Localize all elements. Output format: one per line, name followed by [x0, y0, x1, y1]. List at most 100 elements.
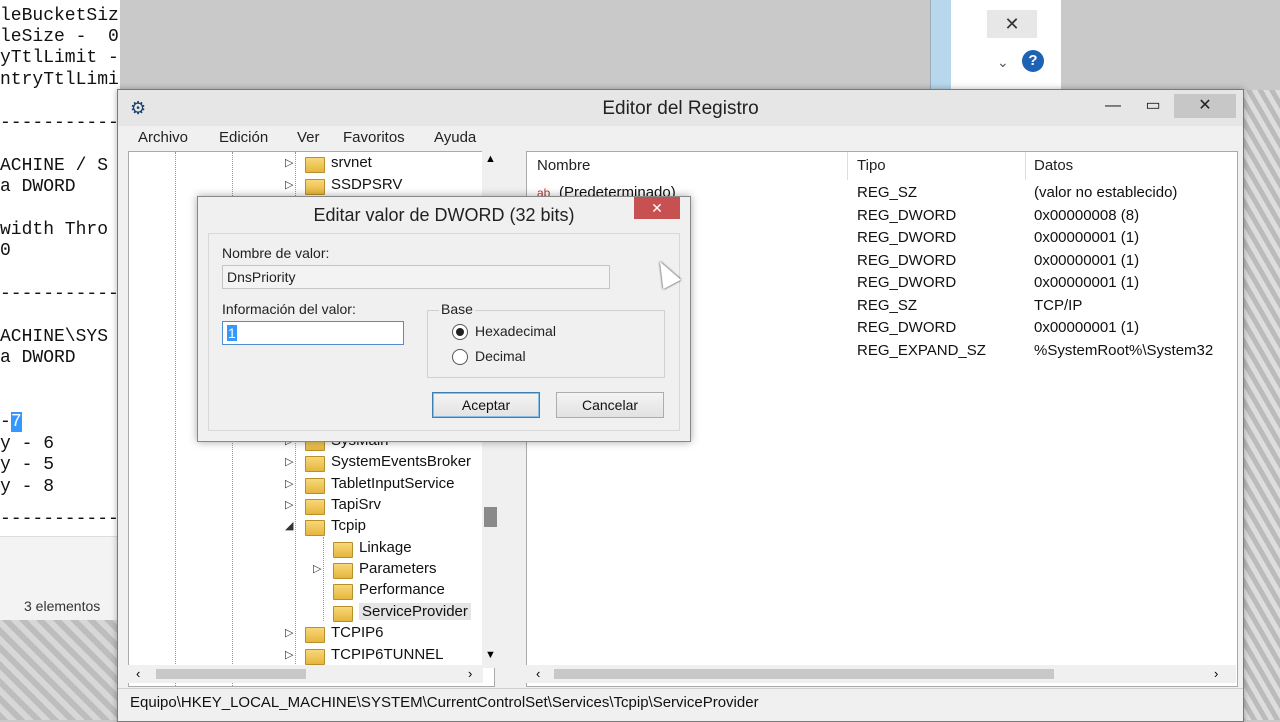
notepad-background: leBucketSize - 1 leSize - 00000180 yTtlL… — [0, 0, 120, 536]
column-header-name[interactable]: Nombre — [537, 157, 590, 174]
scroll-thumb[interactable] — [156, 669, 306, 679]
notepad-line-prefix: - — [0, 412, 11, 432]
value-data-label: Información del valor: — [222, 301, 356, 317]
column-separator[interactable] — [847, 152, 848, 180]
folder-icon — [305, 499, 325, 515]
folder-icon — [333, 606, 353, 622]
notepad-line: leBucketSize - 1 — [0, 6, 120, 26]
notepad-line: ----------- — [0, 509, 119, 529]
notepad-selection[interactable]: 7 — [10, 412, 22, 432]
notepad-line: ACHINE\SYS — [0, 327, 109, 347]
status-bar: Equipo\HKEY_LOCAL_MACHINE\SYSTEM\Current… — [118, 688, 1243, 717]
notepad-line: yTtlLimit - 0000fa00 — [0, 48, 119, 68]
expand-arrow-icon[interactable]: ▷ — [285, 178, 297, 191]
notepad-line: leSize - 00000180 — [0, 27, 120, 47]
dialog-close-button[interactable]: ✕ — [634, 197, 680, 219]
menu-bar: Archivo Edición Ver Favoritos Ayuda — [118, 126, 1243, 150]
scroll-left-icon[interactable]: ‹ — [136, 666, 140, 681]
notepad-line: width Thro — [0, 220, 109, 240]
explorer-item-count: 3 elementos — [24, 598, 101, 614]
scroll-thumb[interactable] — [484, 507, 497, 527]
list-horizontal-scrollbar[interactable]: ‹ › — [526, 665, 1236, 683]
hexadecimal-radio[interactable] — [452, 324, 468, 340]
menu-favoritos[interactable]: Favoritos — [343, 129, 405, 146]
notepad-line: a DWORD — [0, 177, 76, 197]
expand-arrow-icon[interactable]: ▷ — [285, 477, 297, 490]
tree-horizontal-scrollbar[interactable]: ‹ › — [128, 665, 483, 683]
registry-path: Equipo\HKEY_LOCAL_MACHINE\SYSTEM\Current… — [130, 694, 759, 711]
title-bar[interactable]: ⚙ Editor del Registro — ▭ ✕ — [118, 90, 1243, 126]
collapse-arrow-icon[interactable]: ◢ — [285, 519, 297, 532]
menu-edicion[interactable]: Edición — [219, 129, 268, 146]
desktop-background — [0, 620, 120, 720]
scroll-left-icon[interactable]: ‹ — [536, 666, 540, 681]
notepad-line: ACHINE / S — [0, 156, 109, 176]
folder-icon — [305, 649, 325, 665]
folder-icon — [305, 627, 325, 643]
folder-icon — [305, 157, 325, 173]
maximize-button[interactable]: ▭ — [1138, 94, 1168, 118]
notepad-line: ----------- — [0, 113, 119, 133]
menu-ver[interactable]: Ver — [297, 129, 320, 146]
expand-arrow-icon[interactable]: ▷ — [285, 455, 297, 468]
notepad-line: a DWORD — [0, 348, 76, 368]
folder-icon — [333, 584, 353, 600]
edit-dword-dialog: Editar valor de DWORD (32 bits) ✕ Nombre… — [197, 196, 691, 442]
close-icon[interactable]: ✕ — [987, 10, 1037, 38]
value-data-text: 1 — [227, 325, 237, 341]
minimize-button[interactable]: — — [1098, 94, 1128, 118]
scroll-down-icon[interactable]: ▼ — [485, 649, 496, 661]
column-header-type[interactable]: Tipo — [857, 157, 886, 174]
hexadecimal-label[interactable]: Hexadecimal — [475, 323, 556, 339]
expand-arrow-icon[interactable]: ▷ — [285, 626, 297, 639]
expand-arrow-icon[interactable]: ▷ — [313, 562, 325, 575]
value-data: 0x00000001 (1) — [1034, 319, 1140, 336]
notepad-line: -7 — [0, 412, 22, 433]
chevron-down-icon[interactable]: ⌄ — [997, 54, 1009, 71]
notepad-line: y - 5 — [0, 455, 55, 475]
value-data-input[interactable]: 1 — [222, 321, 404, 345]
scroll-up-icon[interactable]: ▲ — [485, 153, 496, 165]
value-type: REG_DWORD — [857, 252, 957, 269]
menu-archivo[interactable]: Archivo — [138, 129, 188, 146]
help-icon[interactable]: ? — [1022, 50, 1044, 72]
value-type: REG_DWORD — [857, 229, 957, 246]
column-separator[interactable] — [1025, 152, 1026, 180]
expand-arrow-icon[interactable]: ▷ — [285, 648, 297, 661]
cancel-button[interactable]: Cancelar — [556, 392, 664, 418]
menu-ayuda[interactable]: Ayuda — [434, 129, 476, 146]
value-name-field: DnsPriority — [222, 265, 610, 289]
scroll-right-icon[interactable]: › — [1214, 666, 1218, 681]
notepad-line: ----------- — [0, 284, 119, 304]
value-type: REG_DWORD — [857, 274, 957, 291]
value-type: REG_DWORD — [857, 207, 957, 224]
value-type: REG_DWORD — [857, 319, 957, 336]
column-header-data[interactable]: Datos — [1034, 157, 1073, 174]
explorer-background: 3 elementos — [0, 536, 120, 621]
desktop-background-right — [1240, 90, 1280, 720]
dialog-title: Editar valor de DWORD (32 bits) — [313, 205, 575, 225]
scroll-thumb[interactable] — [554, 669, 1054, 679]
window-title: Editor del Registro — [602, 98, 759, 119]
folder-icon — [333, 563, 353, 579]
decimal-label[interactable]: Decimal — [475, 348, 526, 364]
notepad-line: 0 — [0, 241, 11, 261]
value-type: REG_SZ — [857, 297, 918, 314]
folder-icon — [333, 542, 353, 558]
notepad-line: y - 6 — [0, 434, 55, 454]
value-data: TCP/IP — [1034, 297, 1083, 314]
expand-arrow-icon[interactable]: ▷ — [285, 498, 297, 511]
value-data: 0x00000001 (1) — [1034, 252, 1140, 269]
expand-arrow-icon[interactable]: ▷ — [285, 156, 297, 169]
value-data: (valor no establecido) — [1034, 184, 1178, 201]
decimal-radio[interactable] — [452, 349, 468, 365]
folder-icon — [305, 478, 325, 494]
folder-icon — [305, 520, 325, 536]
close-button[interactable]: ✕ — [1174, 94, 1236, 118]
value-data: %SystemRoot%\System32 — [1034, 342, 1214, 359]
scroll-right-icon[interactable]: › — [468, 666, 472, 681]
tree-guide-line — [175, 152, 176, 686]
ok-button[interactable]: Aceptar — [432, 392, 540, 418]
value-type: REG_SZ — [857, 184, 918, 201]
background-window: ✕ ⌄ ? — [930, 0, 1061, 100]
